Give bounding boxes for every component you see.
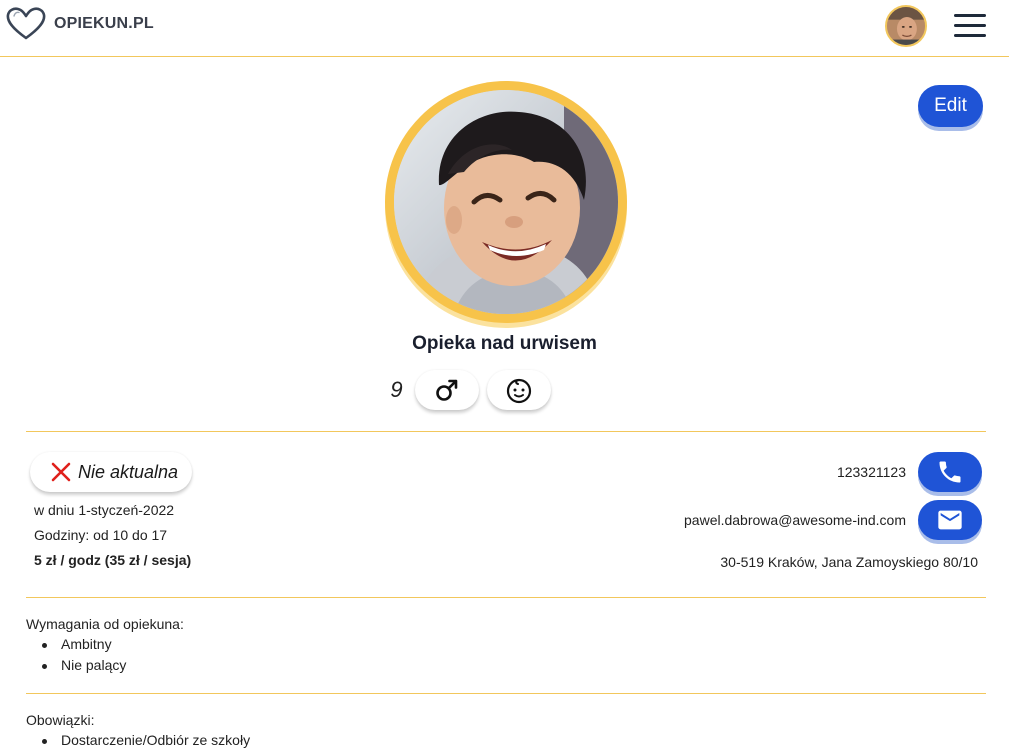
menu-bar bbox=[954, 24, 986, 27]
address-text: 30-519 Kraków, Jana Zamoyskiego 80/10 bbox=[720, 554, 978, 570]
male-symbol-icon bbox=[435, 379, 457, 401]
gender-badge[interactable] bbox=[414, 370, 479, 410]
phone-number: 123321123 bbox=[836, 464, 906, 480]
profile-photo bbox=[394, 90, 618, 314]
brand-logo[interactable]: OPIEKUN.PL bbox=[6, 7, 154, 41]
top-header: OPIEKUN.PL bbox=[0, 0, 1009, 57]
duties-label: Obowiązki: bbox=[26, 712, 95, 728]
listing-title: Opieka nad urwisem bbox=[412, 333, 597, 354]
envelope-icon bbox=[938, 510, 962, 530]
rate-text: 5 zł / godz (35 zł / sesja) bbox=[34, 552, 192, 568]
status-label: Nie aktualna bbox=[78, 461, 179, 482]
close-x-icon bbox=[51, 462, 71, 482]
menu-bar bbox=[954, 14, 986, 17]
call-button[interactable] bbox=[918, 452, 982, 492]
duties-list: Dostarczenie/Odbiór ze szkoły bbox=[42, 730, 250, 751]
menu-bar bbox=[954, 34, 986, 37]
hamburger-menu-icon[interactable] bbox=[954, 14, 986, 38]
section-divider bbox=[26, 693, 986, 694]
child-age: 9 bbox=[390, 377, 403, 402]
list-item: Nie palący bbox=[42, 655, 126, 676]
child-stats: 9 bbox=[0, 370, 1009, 410]
baby-face-icon bbox=[506, 378, 531, 404]
phone-icon bbox=[939, 461, 961, 483]
status-badge: Nie aktualna bbox=[30, 452, 192, 492]
list-item: Ambitny bbox=[42, 634, 126, 655]
brand-name: OPIEKUN.PL bbox=[54, 15, 154, 32]
section-divider bbox=[26, 597, 986, 598]
child-type-badge[interactable] bbox=[486, 370, 551, 410]
email-address: pawel.dabrowa@awesome-ind.com bbox=[684, 512, 906, 528]
user-avatar-image bbox=[887, 7, 925, 45]
email-button[interactable] bbox=[918, 500, 982, 540]
requirements-list: Ambitny Nie palący bbox=[42, 634, 126, 676]
section-divider bbox=[26, 431, 986, 432]
profile-photo-frame bbox=[385, 81, 627, 323]
heart-outline-icon bbox=[6, 7, 46, 40]
requirements-label: Wymagania od opiekuna: bbox=[26, 616, 184, 632]
hours-text: Godziny: od 10 do 17 bbox=[34, 527, 168, 543]
child-portrait-image bbox=[394, 90, 618, 314]
date-text: w dniu 1-styczeń-2022 bbox=[34, 502, 175, 518]
edit-button[interactable]: Edit bbox=[918, 85, 983, 127]
list-item: Dostarczenie/Odbiór ze szkoły bbox=[42, 730, 250, 751]
user-avatar[interactable] bbox=[885, 5, 927, 47]
